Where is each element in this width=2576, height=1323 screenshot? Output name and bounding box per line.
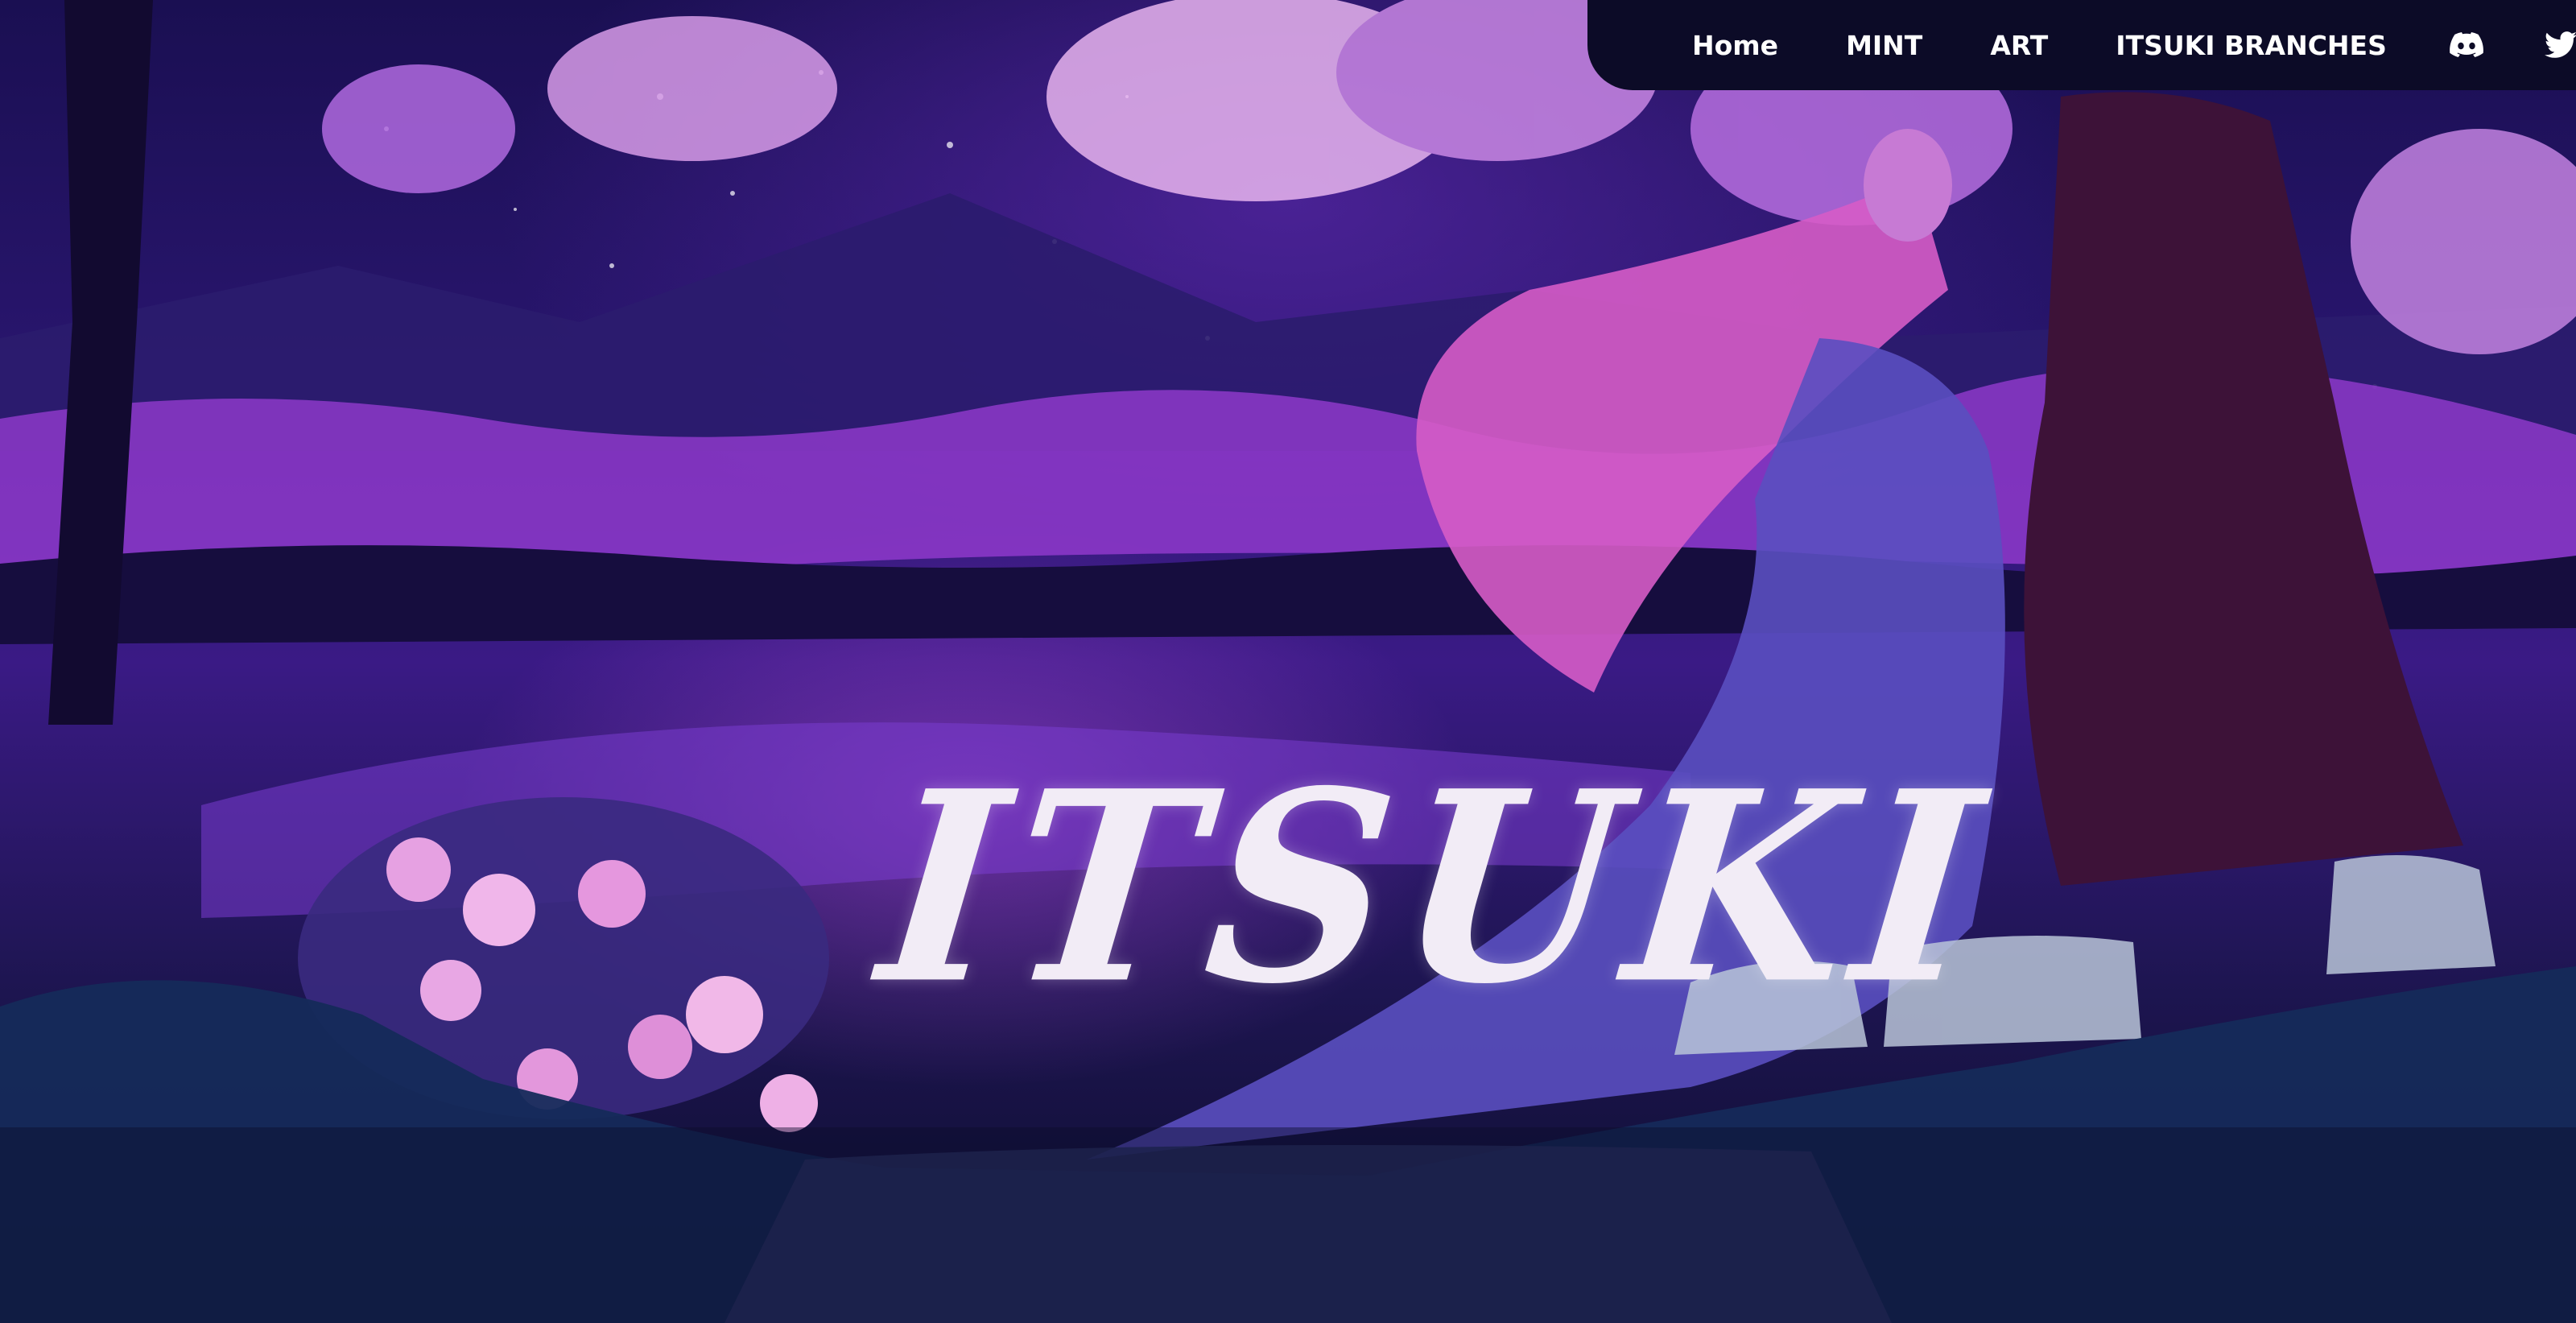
hero-background-illustration bbox=[0, 0, 2576, 1323]
woman-head bbox=[1864, 129, 1952, 242]
brand-title: ITSUKI bbox=[869, 734, 2004, 1042]
discord-icon[interactable] bbox=[2449, 27, 2483, 63]
hero-section: ITSUKI Home MINT ART ITSUKI BRANCHES bbox=[0, 0, 2576, 1323]
twitter-icon[interactable] bbox=[2544, 27, 2576, 63]
nav-mint-link[interactable]: MINT bbox=[1846, 30, 1922, 61]
nav-itsuki-branches-link[interactable]: ITSUKI BRANCHES bbox=[2116, 30, 2387, 61]
twitter-icon-glyph bbox=[2544, 31, 2576, 58]
nav-home-link[interactable]: Home bbox=[1692, 30, 1778, 61]
nav-art-link[interactable]: ART bbox=[1990, 30, 2048, 61]
bottom-vignette bbox=[0, 1127, 2576, 1323]
top-navigation: Home MINT ART ITSUKI BRANCHES bbox=[1587, 0, 2576, 90]
discord-icon-glyph bbox=[2449, 32, 2483, 57]
